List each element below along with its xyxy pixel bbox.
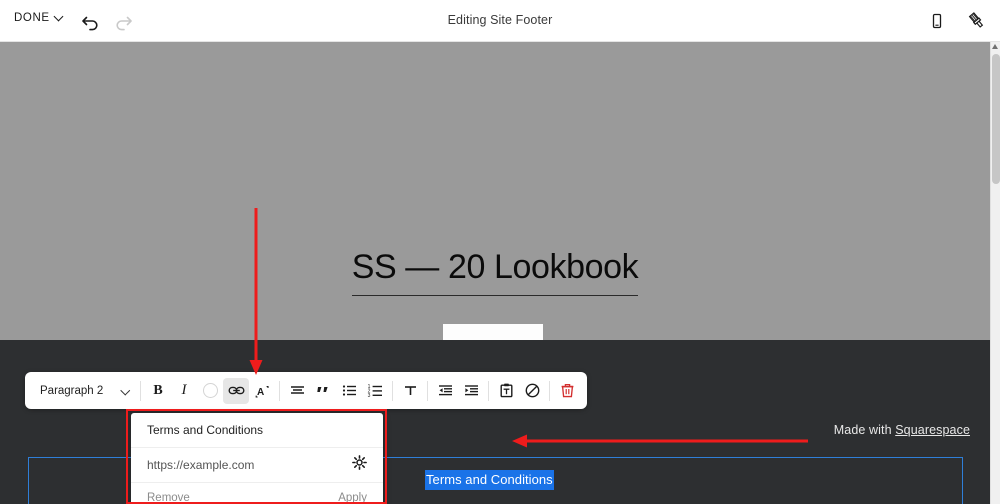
editor-top-bar: DONE Editing Site Footer [0, 0, 1000, 42]
numbered-list-button[interactable]: 1 2 3 [362, 378, 388, 404]
product-price-row: $50.00 [504, 130, 736, 142]
svg-text:3: 3 [367, 393, 370, 399]
outdent-icon [438, 385, 452, 396]
gear-icon[interactable] [352, 455, 367, 475]
product-sale-price: $40.00 [271, 130, 307, 142]
link-icon [228, 386, 244, 395]
mobile-preview-icon [932, 13, 942, 29]
product-price: $50.00 [504, 130, 540, 142]
scroll-up-arrow-icon[interactable] [992, 44, 998, 49]
made-with-prefix: Made with [833, 423, 896, 437]
gear-glyph [352, 455, 367, 470]
outdent-button[interactable] [432, 378, 458, 404]
bulleted-list-icon [342, 385, 356, 396]
product-thumbnail [38, 42, 270, 80]
clear-formatting-icon [525, 383, 539, 398]
clear-formatting-button[interactable] [519, 378, 545, 404]
delete-button[interactable] [554, 378, 580, 404]
svg-text:A: A [257, 387, 264, 398]
italic-button[interactable]: I [171, 378, 197, 404]
link-url-row[interactable]: https://example.com [131, 448, 383, 483]
align-center-icon [290, 386, 304, 394]
toolbar-divider [427, 380, 428, 401]
vertical-scrollbar[interactable] [990, 42, 1000, 504]
text-style-a-button[interactable]: A [249, 378, 275, 404]
color-circle-icon [202, 383, 218, 398]
lookbook-heading: SS — 20 Lookbook [351, 248, 639, 297]
align-button[interactable] [284, 378, 310, 404]
product-card[interactable]: Lisa Shirt $50.00 [38, 42, 270, 142]
text-color-button[interactable] [197, 378, 223, 404]
bulleted-list-button[interactable] [336, 378, 362, 404]
lookbook-section: SS — 20 Lookbook EDIT PAGE [0, 248, 990, 368]
product-name: Terra Cotta Studio Top [271, 103, 423, 120]
apply-link-button[interactable]: Apply [338, 492, 367, 504]
remove-link-button[interactable]: Remove [147, 492, 190, 504]
trash-icon [561, 383, 573, 398]
product-price-row: $50.00 [38, 130, 270, 142]
product-thumbnail [504, 42, 736, 80]
blockquote-button[interactable] [310, 378, 336, 404]
product-price-row: $40.00 $50.00 [271, 130, 503, 142]
rich-text-toolbar: Paragraph 2 B I A 1 2 3 [25, 372, 587, 409]
link-text-row[interactable]: Terms and Conditions [131, 413, 383, 448]
paragraph-style-value: Paragraph 2 [40, 384, 104, 397]
squarespace-editor-screen: DONE Editing Site Footer Lisa Shirt $50.… [0, 0, 1000, 504]
product-name: Linen Top / Blue [504, 103, 614, 120]
horizontal-rule-button[interactable] [397, 378, 423, 404]
toolbar-divider [549, 380, 550, 401]
product-thumbnail [271, 42, 503, 80]
indent-button[interactable] [458, 378, 484, 404]
link-button[interactable] [223, 377, 249, 404]
link-popup-actions: Remove Apply [131, 483, 383, 504]
scrollbar-thumb[interactable] [992, 54, 1000, 184]
top-bar-actions [924, 8, 990, 34]
toolbar-divider [488, 380, 489, 401]
horizontal-rule-icon [404, 386, 416, 395]
paste-plain-text-button[interactable] [493, 378, 519, 404]
link-editor-popup: Terms and Conditions https://example.com [131, 413, 383, 504]
mobile-preview-button[interactable] [924, 8, 950, 34]
link-text-value: Terms and Conditions [147, 423, 264, 437]
clipboard-paste-icon [500, 383, 513, 398]
toolbar-divider [392, 380, 393, 401]
page-title: Editing Site Footer [447, 13, 553, 27]
indent-icon [464, 385, 478, 396]
sale-badge: SALE [466, 145, 495, 156]
product-original-price: $50.00 [310, 130, 346, 142]
bold-button[interactable]: B [145, 378, 171, 404]
product-card[interactable]: Terra Cotta Studio Top $40.00 $50.00 SALE [271, 42, 503, 156]
made-with-text: Made with Squarespace [834, 423, 970, 437]
selected-link-text[interactable]: Terms and Conditions [425, 470, 554, 490]
paragraph-style-select[interactable]: Paragraph 2 [32, 378, 136, 404]
clear-text-style-icon: A [255, 386, 269, 398]
product-price: $50.00 [38, 130, 74, 142]
quote-icon [316, 387, 328, 392]
link-url-value: https://example.com [147, 458, 255, 472]
squarespace-link[interactable]: Squarespace [895, 423, 970, 437]
site-styles-button[interactable] [964, 8, 990, 34]
site-styles-brush-icon [968, 12, 984, 28]
chevron-down-icon [122, 387, 130, 395]
product-card[interactable]: Linen Top / Blue $50.00 [504, 42, 736, 142]
toolbar-divider [140, 380, 141, 401]
numbered-list-icon: 1 2 3 [367, 384, 382, 399]
product-name: Lisa Shirt [38, 103, 102, 120]
toolbar-divider [279, 380, 280, 401]
